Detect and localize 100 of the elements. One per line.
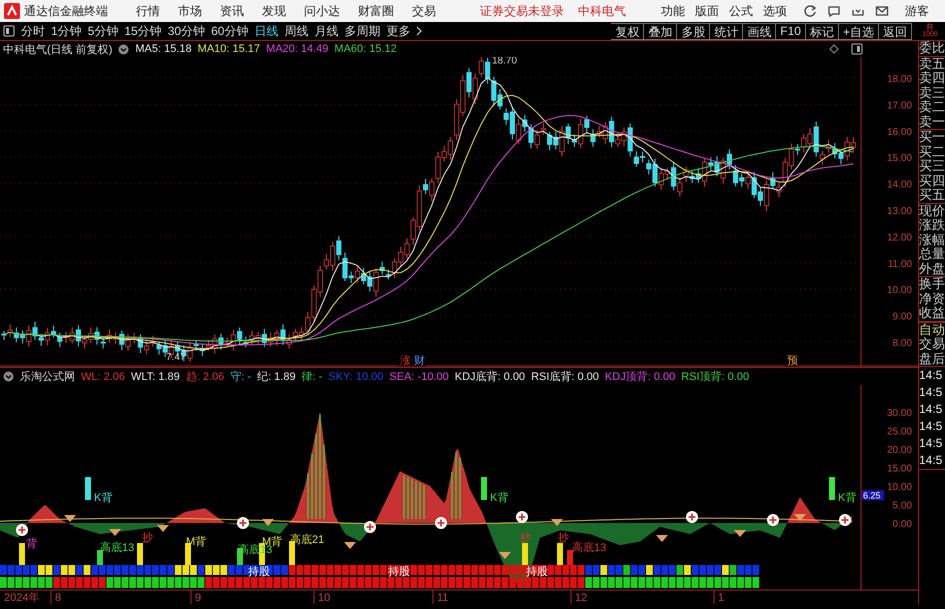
moving-average-value: MA10: 15.17 <box>198 43 260 55</box>
axis-label: 10.00 <box>886 482 912 493</box>
quote-label: 收益 <box>919 306 945 320</box>
trade-time: 14:5 <box>919 452 944 469</box>
date-label: 2024年 <box>4 592 40 604</box>
indicator-value: RSI顶背: 0.00 <box>681 370 750 384</box>
corner-label: R <box>926 23 934 31</box>
period-tab[interactable]: 30分钟 <box>168 22 206 40</box>
axis-label: 20.00 <box>886 445 912 456</box>
refresh-icon[interactable] <box>803 4 817 18</box>
trade-time: 14:5 <box>919 435 944 452</box>
toolbar-button[interactable]: 返回 <box>879 22 912 40</box>
period-tab[interactable]: 分时 <box>21 22 45 40</box>
quote-label: 涨幅 <box>919 232 945 247</box>
caret-down-icon[interactable] <box>118 44 130 54</box>
toolbar-button[interactable]: 画线 <box>743 22 776 40</box>
chat-icon[interactable] <box>827 4 841 18</box>
axis-label: 18.00 <box>886 74 912 85</box>
mode-label[interactable]: 自动 <box>919 322 945 337</box>
signal-label: 背 <box>26 538 37 550</box>
date-label: 12 <box>575 592 588 604</box>
toolbar-button[interactable]: 复权 <box>611 22 644 40</box>
signal-label: 高底13 <box>100 542 134 554</box>
period-tab[interactable]: 周线 <box>284 22 308 40</box>
moving-average-value: MA5: 15.18 <box>135 43 192 55</box>
period-tab[interactable]: 60分钟 <box>211 22 248 40</box>
trade-time: 14:5 <box>919 418 944 435</box>
menu-item[interactable]: 问小达 <box>304 2 340 20</box>
period-tab[interactable]: 月线 <box>314 22 338 40</box>
menu-item[interactable]: 公式 <box>729 2 753 20</box>
menu-item[interactable]: 财富圈 <box>358 2 394 20</box>
quote-label: 买一 <box>919 130 945 144</box>
menu-item[interactable]: 版面 <box>695 2 719 20</box>
event-marker[interactable]: 预 <box>787 355 798 367</box>
mode-label[interactable]: 盘后 <box>919 352 945 366</box>
quote-label: 现价 <box>919 204 945 218</box>
toolbar-button[interactable]: 叠加 <box>644 22 678 40</box>
axis-label: 17.00 <box>886 100 912 112</box>
app-title: 通达信金融终端 <box>24 2 108 20</box>
toolbar-button[interactable]: 多股 <box>677 22 710 40</box>
trade-time: 14:5 <box>919 384 944 401</box>
trade-time: 14:5 <box>919 367 944 384</box>
quote-label: 换手 <box>919 277 945 292</box>
menu-item[interactable]: 交易 <box>412 2 436 20</box>
toolbar-button[interactable]: +自选 <box>838 22 879 40</box>
quote-label: 净资 <box>919 292 945 306</box>
date-label: 10 <box>318 592 330 604</box>
menu-item[interactable]: 选项 <box>763 2 787 20</box>
axis-label: 11.00 <box>888 258 912 270</box>
diamond-icon[interactable] <box>829 44 839 54</box>
mail-icon[interactable] <box>875 4 889 18</box>
quote-label: 买三 <box>919 159 945 174</box>
axis-label: 30.00 <box>886 408 912 419</box>
toolbar-button[interactable]: 标记 <box>806 22 839 40</box>
period-tab[interactable]: 多周期 <box>344 22 380 40</box>
toolbar-button[interactable]: F10 <box>776 22 806 40</box>
moving-average-value: MA20: 14.49 <box>266 43 328 55</box>
axis-label: 12.00 <box>886 232 912 244</box>
signal-label: M背 <box>186 536 206 548</box>
chevron-right-icon[interactable] <box>416 26 424 36</box>
login-status[interactable]: 证券交易未登录 <box>480 2 564 20</box>
toolbar-button[interactable]: 统计 <box>710 22 744 40</box>
chart-title: 中科电气(日线 前复权) <box>3 42 112 56</box>
quote-label: 买四 <box>919 174 945 188</box>
period-tab[interactable]: 15分钟 <box>124 22 162 40</box>
axis-label: 8.00 <box>892 338 912 349</box>
axis-label: 9.00 <box>892 312 912 323</box>
signal-label: 高底21 <box>290 534 324 546</box>
indicator-value: SKY: 10.00 <box>328 370 384 382</box>
logo-icon <box>4 3 20 19</box>
period-tab[interactable]: 更多 <box>386 22 410 40</box>
menu-item[interactable]: 功能 <box>661 2 685 20</box>
menu-item[interactable]: 资讯 <box>220 2 244 20</box>
period-tab[interactable]: 1分钟 <box>51 22 82 40</box>
event-marker[interactable]: 财 <box>414 355 425 367</box>
quote-label: 委比 <box>919 41 945 56</box>
panel-icon[interactable] <box>851 43 863 55</box>
quote-label: 买二 <box>919 144 945 159</box>
event-marker[interactable]: 涨 <box>400 355 411 367</box>
trade-time: 14:5 <box>919 401 944 418</box>
quote-label: 卖三 <box>919 86 945 100</box>
user-label[interactable]: 游客 <box>905 2 929 20</box>
mode-label[interactable]: 交易 <box>919 337 945 352</box>
signal-label: 抄 <box>558 532 569 544</box>
indicator-value: WL: 2.06 <box>81 370 126 382</box>
menu-item[interactable]: 市场 <box>178 2 202 20</box>
quote-label: 卖四 <box>919 71 945 86</box>
signal-label: 抄 <box>142 532 153 544</box>
panel-toggle-icon[interactable] <box>3 25 15 37</box>
menu-item[interactable]: 行情 <box>136 2 160 20</box>
indicator-value: 律: - <box>302 370 322 384</box>
signal-label: K背 <box>94 492 112 504</box>
period-tab[interactable]: 5分钟 <box>88 22 118 40</box>
quote-label: 卖一 <box>919 114 945 129</box>
caret-down-icon[interactable] <box>3 371 14 382</box>
axis-label: 16.00 <box>886 126 912 138</box>
axis-label: 13.00 <box>886 206 912 217</box>
period-tab[interactable]: 日线 <box>254 22 278 40</box>
menu-item[interactable]: 发现 <box>262 2 286 20</box>
quote-label: 卖五 <box>919 56 945 71</box>
